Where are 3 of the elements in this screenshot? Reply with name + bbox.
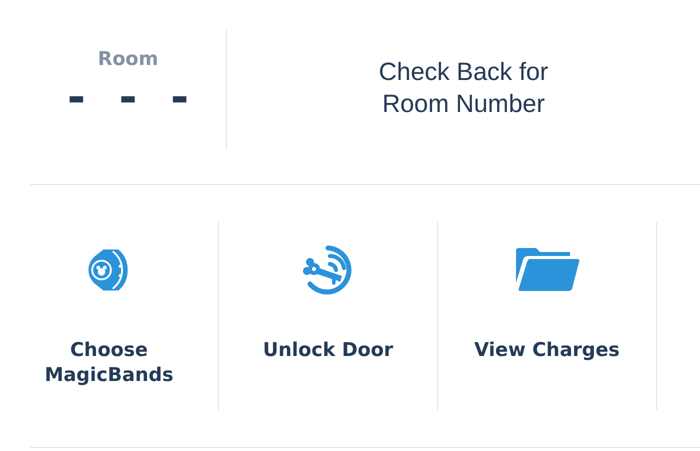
room-number: - - -	[67, 76, 189, 120]
room-label: Room	[98, 48, 158, 70]
room-message: Check Back for Room Number	[378, 56, 550, 120]
